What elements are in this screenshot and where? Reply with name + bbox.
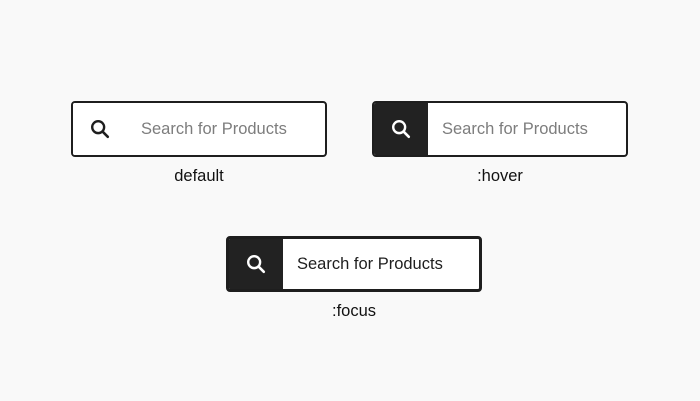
search-variant-focus: :focus	[226, 236, 482, 321]
state-label-hover: :hover	[477, 167, 523, 185]
state-label-focus: :focus	[331, 302, 377, 320]
search-input[interactable]	[428, 103, 626, 155]
search-button[interactable]	[374, 103, 428, 155]
search-box-default[interactable]	[71, 101, 327, 157]
state-label-default: default	[174, 167, 224, 185]
search-input[interactable]	[127, 103, 325, 155]
search-button[interactable]	[229, 239, 283, 289]
search-button[interactable]	[73, 103, 127, 155]
search-icon	[91, 120, 110, 139]
search-icon	[392, 120, 411, 139]
search-box-hover[interactable]	[372, 101, 628, 157]
search-box-focus[interactable]	[226, 236, 482, 292]
search-input[interactable]	[283, 239, 479, 289]
search-variant-default: default	[71, 101, 327, 186]
search-icon	[247, 255, 266, 274]
search-variant-hover: :hover	[372, 101, 628, 186]
